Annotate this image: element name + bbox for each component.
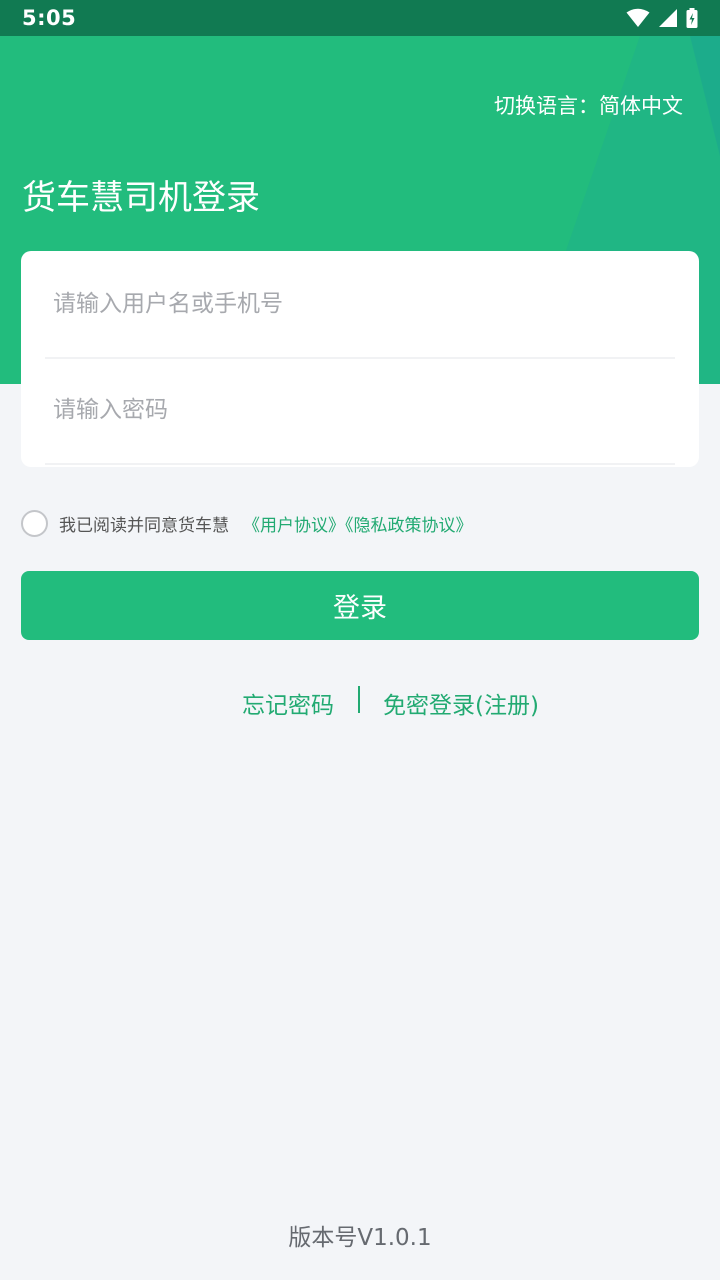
- battery-charging-icon: [686, 8, 698, 28]
- login-button[interactable]: 登录: [21, 571, 699, 640]
- status-bar: 5:05: [0, 0, 720, 36]
- agreement-links[interactable]: 《用户协议》《隐私政策协议》: [243, 511, 473, 536]
- username-input[interactable]: [45, 251, 675, 357]
- username-field: [45, 251, 675, 359]
- agreement-row: 我已阅读并同意货车慧 《用户协议》《隐私政策协议》: [21, 509, 473, 537]
- login-screen: 5:05 切换语言：简体中文 货车慧司机登录 请输入用户名或手机号 我已阅读并同…: [0, 0, 720, 1280]
- page-title: 货车慧司机登录: [22, 178, 260, 218]
- status-time: 5:05: [22, 6, 77, 30]
- password-input[interactable]: [45, 357, 675, 463]
- wifi-icon: [626, 8, 650, 27]
- signal-icon: [659, 9, 677, 27]
- version-label: 版本号V1.0.1: [288, 1225, 432, 1251]
- password-field: [45, 357, 675, 465]
- register-link[interactable]: 免密登录(注册): [383, 686, 539, 720]
- status-icons: [626, 8, 698, 28]
- auth-links: 忘记密码 免密登录(注册): [0, 682, 720, 722]
- forgot-password-link[interactable]: 忘记密码: [242, 686, 334, 720]
- links-divider: [358, 686, 360, 713]
- agreement-text: 我已阅读并同意货车慧: [59, 515, 229, 536]
- language-switch[interactable]: 切换语言：简体中文: [494, 90, 683, 120]
- agreement-checkbox[interactable]: [21, 509, 48, 537]
- login-card: [21, 251, 699, 467]
